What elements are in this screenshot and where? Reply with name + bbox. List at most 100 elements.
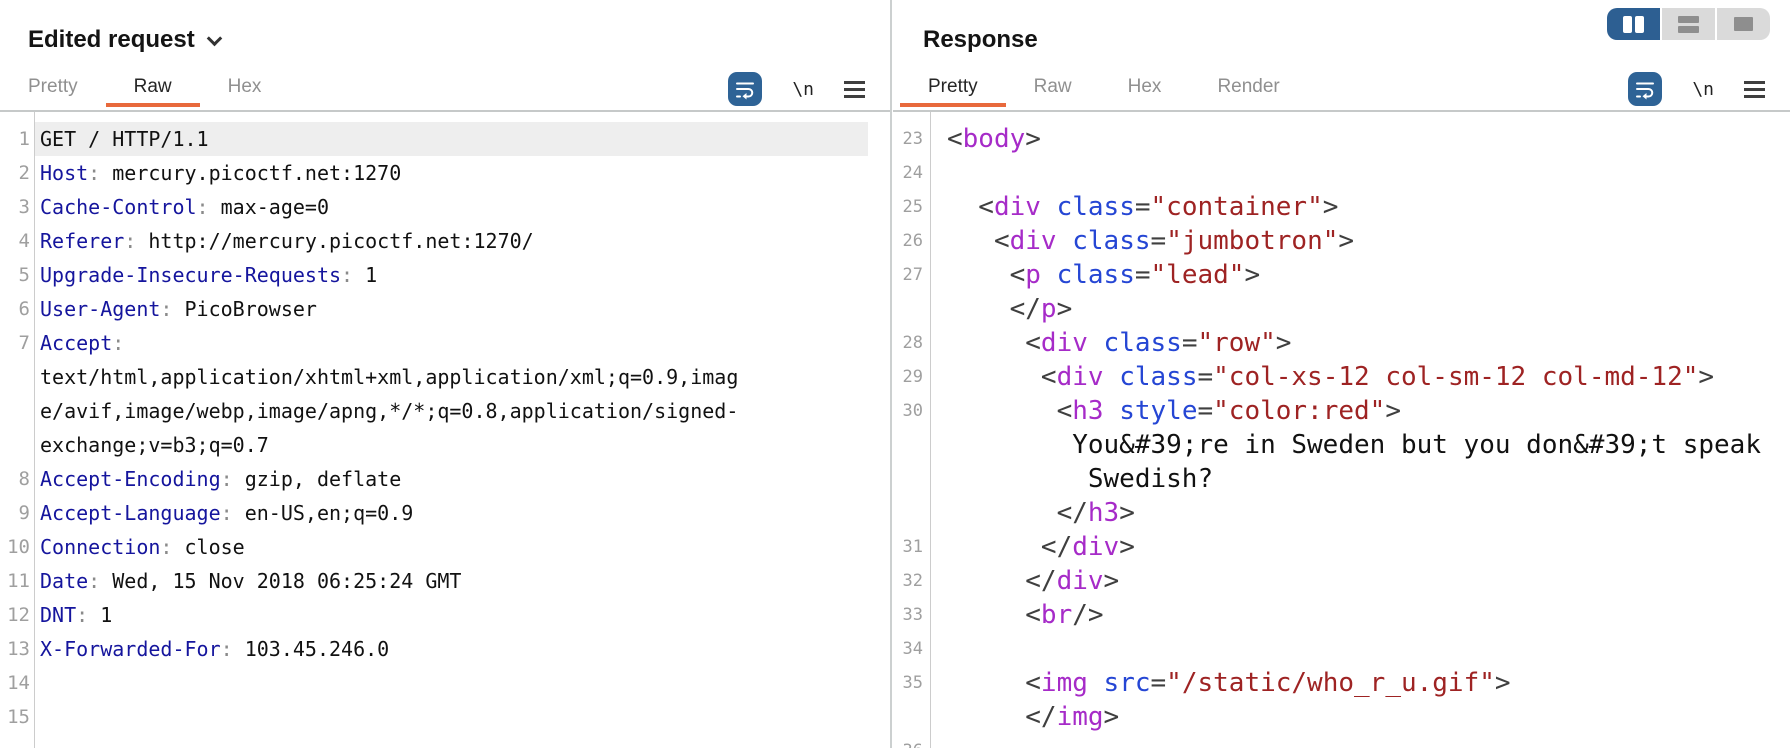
code-line[interactable]: 9 Accept-Language: en-US,en;q=0.9 — [0, 496, 890, 530]
response-editor[interactable]: 23 <body> 24 25 <div class="container"> 26 <… — [893, 122, 1790, 748]
code-line[interactable]: text/html,application/xhtml+xml,applicat… — [0, 360, 890, 394]
code-line[interactable]: 14 — [0, 666, 890, 700]
line-number: 12 — [7, 604, 30, 626]
code-line[interactable]: 13 X-Forwarded-For: 103.45.246.0 — [0, 632, 890, 666]
rows-layout-button[interactable] — [1662, 8, 1715, 40]
code-line[interactable]: 6 User-Agent: PicoBrowser — [0, 292, 890, 326]
request-title-dropdown[interactable]: Edited request — [28, 26, 222, 54]
word-wrap-toggle-button[interactable] — [728, 72, 763, 106]
code-text: </h3> — [947, 498, 1135, 528]
code-text: Connection: close — [40, 535, 245, 559]
line-number: 34 — [902, 639, 923, 659]
code-line[interactable]: </p> — [893, 292, 1790, 326]
line-number: 29 — [902, 367, 923, 387]
chevron-down-icon — [206, 30, 222, 46]
code-text: DNT: 1 — [40, 603, 113, 627]
code-line[interactable]: 11 Date: Wed, 15 Nov 2018 06:25:24 GMT — [0, 564, 890, 598]
request-panel: Edited request Pretty Raw Hex \n 1 GET /… — [0, 0, 890, 748]
code-text: GET / HTTP/1.1 — [40, 127, 209, 151]
code-text: Date: Wed, 15 Nov 2018 06:25:24 GMT — [40, 569, 462, 593]
header-divider — [893, 110, 1790, 112]
line-number: 32 — [902, 571, 923, 591]
code-line[interactable]: Swedish? — [893, 462, 1790, 496]
code-text: <div class="container"> — [947, 192, 1339, 222]
code-line[interactable]: 15 — [0, 700, 890, 734]
tab-hex[interactable]: Hex — [1100, 70, 1190, 107]
code-text: Upgrade-Insecure-Requests: 1 — [40, 263, 378, 287]
line-number: 2 — [18, 162, 30, 184]
code-line[interactable]: 23 <body> — [893, 122, 1790, 156]
code-text: </div> — [947, 532, 1135, 562]
single-layout-icon — [1734, 17, 1753, 31]
code-line[interactable]: 29 <div class="col-xs-12 col-sm-12 col-m… — [893, 360, 1790, 394]
code-line[interactable]: 5 Upgrade-Insecure-Requests: 1 — [0, 258, 890, 292]
line-number: 30 — [902, 401, 923, 421]
hamburger-icon — [844, 80, 865, 84]
line-number: 36 — [893, 734, 923, 748]
show-newlines-button[interactable]: \n — [792, 79, 814, 100]
code-line[interactable]: You&#39;re in Sweden but you don&#39;t s… — [893, 428, 1790, 462]
code-line[interactable]: 28 <div class="row"> — [893, 326, 1790, 360]
tab-raw[interactable]: Raw — [1006, 70, 1100, 107]
code-line[interactable]: exchange;v=b3;q=0.7 — [0, 428, 890, 462]
code-line[interactable]: 26 <div class="jumbotron"> — [893, 224, 1790, 258]
tab-raw[interactable]: Raw — [105, 70, 200, 107]
code-text: X-Forwarded-For: 103.45.246.0 — [40, 637, 390, 661]
tab-pretty[interactable]: Pretty — [900, 70, 1006, 107]
single-layout-button[interactable] — [1717, 8, 1770, 40]
code-line[interactable]: 7 Accept: — [0, 326, 890, 360]
line-number: 1 — [18, 128, 30, 150]
code-line[interactable]: 10 Connection: close — [0, 530, 890, 564]
code-line[interactable]: 1 GET / HTTP/1.1 — [0, 122, 890, 156]
columns-layout-button[interactable] — [1607, 8, 1660, 40]
code-text: </img> — [947, 702, 1120, 732]
code-line[interactable]: e/avif,image/webp,image/apng,*/*;q=0.8,a… — [0, 394, 890, 428]
code-line[interactable]: 3 Cache-Control: max-age=0 — [0, 190, 890, 224]
code-line[interactable]: 33 <br/> — [893, 598, 1790, 632]
code-line[interactable]: 27 <p class="lead"> — [893, 258, 1790, 292]
code-line[interactable]: 2 Host: mercury.picoctf.net:1270 — [0, 156, 890, 190]
code-text: exchange;v=b3;q=0.7 — [40, 433, 269, 457]
code-line[interactable]: 31 </div> — [893, 530, 1790, 564]
code-line[interactable]: 35 <img src="/static/who_r_u.gif"> — [893, 666, 1790, 700]
request-title-label: Edited request — [28, 26, 195, 53]
word-wrap-toggle-button[interactable] — [1628, 72, 1663, 106]
panel-splitter[interactable] — [890, 0, 892, 748]
code-text: You&#39;re in Sweden but you don&#39;t s… — [947, 430, 1761, 460]
code-line[interactable]: 8 Accept-Encoding: gzip, deflate — [0, 462, 890, 496]
tab-render[interactable]: Render — [1189, 70, 1307, 107]
response-panel: Response Pretty Raw Hex Render \n 23 <bo… — [893, 0, 1790, 748]
code-line[interactable]: 34 — [893, 632, 1790, 666]
line-number: 33 — [902, 605, 923, 625]
code-text: </div> — [947, 566, 1120, 596]
repeater-screen: Edited request Pretty Raw Hex \n 1 GET /… — [0, 0, 1790, 748]
code-line[interactable]: </img> — [893, 700, 1790, 734]
code-text: Referer: http://mercury.picoctf.net:1270… — [40, 229, 534, 253]
code-line[interactable]: 32 </div> — [893, 564, 1790, 598]
line-number: 24 — [902, 163, 923, 183]
code-text: text/html,application/xhtml+xml,applicat… — [40, 365, 739, 389]
request-editor[interactable]: 1 GET / HTTP/1.1 2 Host: mercury.picoctf.ne… — [0, 122, 890, 748]
code-text: Swedish? — [947, 464, 1214, 494]
line-number: 9 — [18, 502, 30, 524]
tab-pretty[interactable]: Pretty — [0, 70, 106, 107]
code-line[interactable]: 4 Referer: http://mercury.picoctf.net:127… — [0, 224, 890, 258]
code-line[interactable]: </h3> — [893, 496, 1790, 530]
line-number: 15 — [7, 706, 30, 728]
hamburger-icon — [1744, 80, 1765, 84]
code-line[interactable]: 12 DNT: 1 — [0, 598, 890, 632]
word-wrap-icon — [1636, 82, 1655, 100]
line-number: 28 — [902, 333, 923, 353]
line-number: 5 — [18, 264, 30, 286]
code-text: Accept-Language: en-US,en;q=0.9 — [40, 501, 414, 525]
code-line[interactable]: 25 <div class="container"> — [893, 190, 1790, 224]
code-line[interactable]: 24 — [893, 156, 1790, 190]
code-line[interactable]: 36 — [893, 734, 1790, 748]
code-text: Accept: — [40, 331, 125, 355]
tab-hex[interactable]: Hex — [200, 70, 290, 107]
editor-menu-button[interactable] — [1744, 80, 1765, 98]
show-newlines-button[interactable]: \n — [1692, 79, 1714, 100]
header-divider — [0, 110, 890, 112]
editor-menu-button[interactable] — [844, 80, 865, 98]
code-line[interactable]: 30 <h3 style="color:red"> — [893, 394, 1790, 428]
